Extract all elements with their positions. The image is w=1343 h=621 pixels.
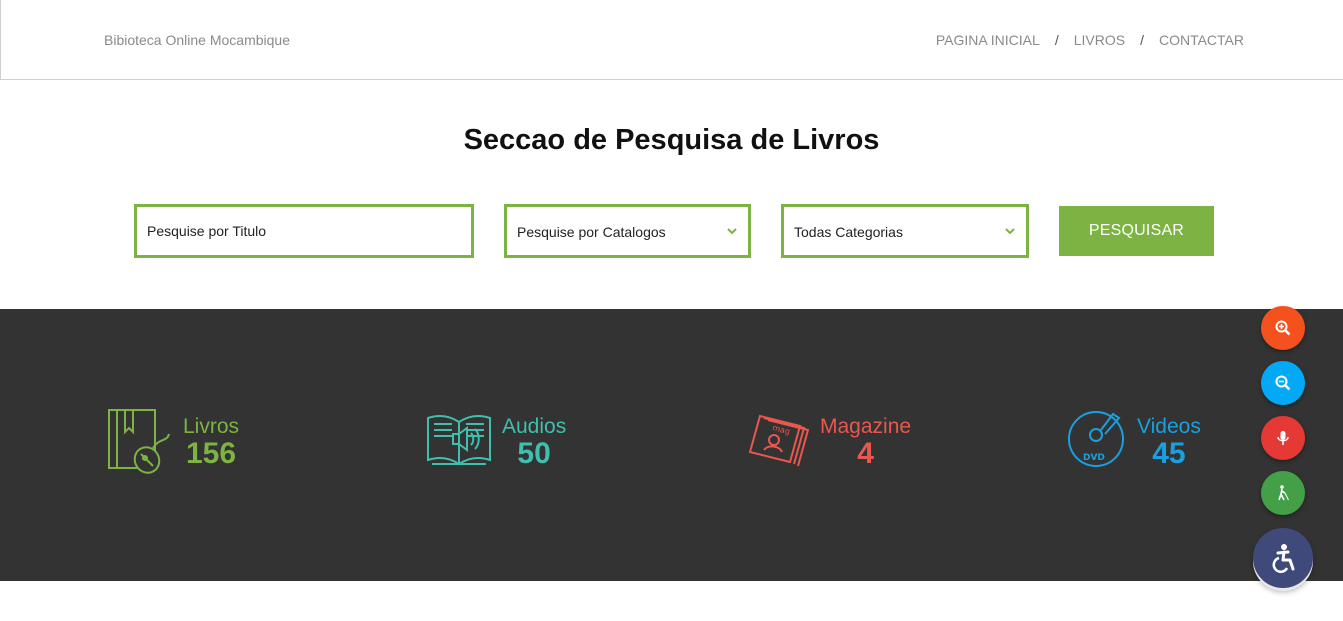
stat-label: Livros <box>183 415 240 438</box>
nav-separator: / <box>1054 32 1059 48</box>
microphone-icon <box>1277 431 1289 445</box>
category-select-value: Todas Categorias <box>794 224 903 240</box>
stat-audios: Audios 50 <box>426 408 566 470</box>
zoom-in-button[interactable] <box>1261 306 1305 350</box>
top-header: Bibioteca Online Mocambique PAGINA INICI… <box>0 0 1343 80</box>
book-mouse-icon <box>108 409 170 474</box>
dvd-icon: DVD <box>1068 411 1124 467</box>
stat-count: 4 <box>857 437 874 470</box>
title-search-field <box>134 204 474 258</box>
chevron-down-icon <box>727 228 737 235</box>
main-nav: PAGINA INICIAL / LIVROS / CONTACTAR <box>936 32 1244 48</box>
nav-item-books[interactable]: LIVROS <box>1074 32 1125 48</box>
catalog-select-value: Pesquise por Catalogos <box>517 224 666 240</box>
title-search-input[interactable] <box>137 207 471 255</box>
voice-button[interactable] <box>1261 416 1305 460</box>
search-button[interactable]: PESQUISAR <box>1059 206 1214 256</box>
nav-separator: / <box>1140 32 1144 48</box>
stat-books: Livros 156 <box>107 408 239 476</box>
stat-label: Magazine <box>820 415 912 438</box>
zoom-out-icon <box>1275 375 1291 391</box>
nav-item-contact[interactable]: CONTACTAR <box>1159 32 1244 48</box>
stats-band: Livros 156 Audios 50 mag Magazine 4 DVD … <box>0 309 1343 581</box>
category-select[interactable]: Todas Categorias <box>781 204 1029 258</box>
stat-videos: DVD Videos 45 <box>1067 408 1201 470</box>
stat-magazine: mag Magazine 4 <box>746 408 911 472</box>
site-brand[interactable]: Bibioteca Online Mocambique <box>104 32 290 48</box>
stat-count: 45 <box>1152 437 1186 470</box>
accessibility-menu-button[interactable] <box>1253 528 1313 588</box>
zoom-out-button[interactable] <box>1261 361 1305 405</box>
nav-item-home[interactable]: PAGINA INICIAL <box>936 32 1040 48</box>
stat-count: 156 <box>185 437 237 470</box>
accessibility-icon <box>1272 544 1295 573</box>
blind-mode-button[interactable] <box>1261 471 1305 515</box>
stat-count: 50 <box>517 437 551 470</box>
magazine-icon: mag <box>748 414 810 467</box>
audio-book-icon <box>427 414 491 466</box>
stat-label: Videos <box>1137 415 1201 438</box>
search-section-title: Seccao de Pesquisa de Livros <box>463 124 880 156</box>
chevron-down-icon <box>1005 228 1015 235</box>
stat-label: Audios <box>502 415 567 438</box>
dvd-text: DVD <box>1083 453 1105 463</box>
zoom-in-icon <box>1275 320 1291 336</box>
walking-cane-icon <box>1278 485 1289 501</box>
catalog-select[interactable]: Pesquise por Catalogos <box>504 204 751 258</box>
